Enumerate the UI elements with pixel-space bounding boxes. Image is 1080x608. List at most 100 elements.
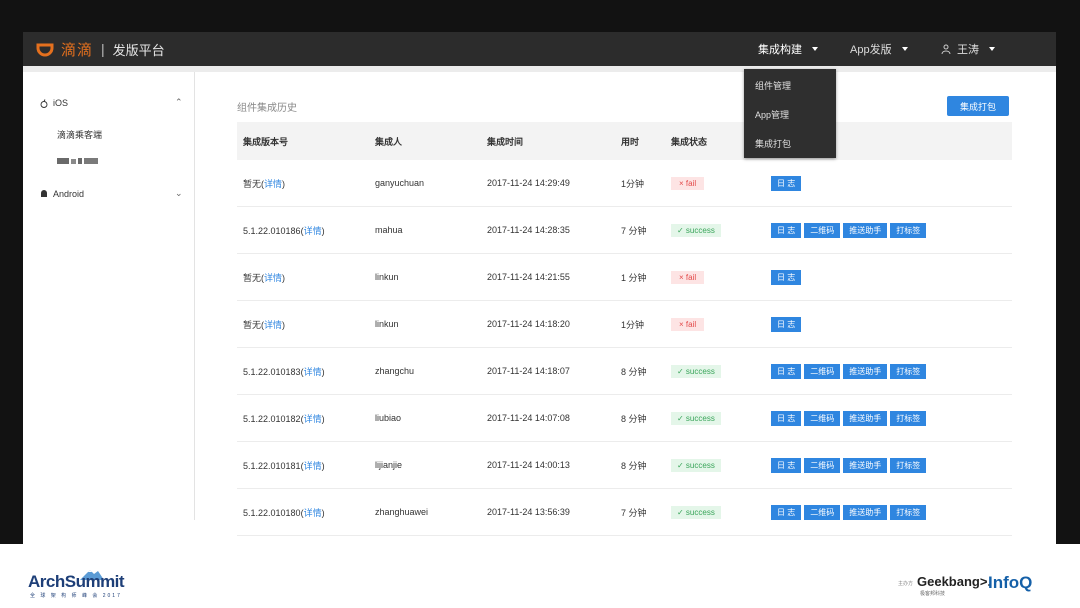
table-row: 5.1.22.010183(详情) zhangchu 2017-11-24 14:1…: [237, 347, 1012, 395]
logo-divider: |: [101, 41, 105, 57]
sidebar-subitem-passenger[interactable]: 滴滴乘客端: [57, 128, 102, 141]
qrcode-button[interactable]: 二维码: [804, 410, 841, 426]
detail-link[interactable]: 详情: [304, 414, 322, 424]
push-assistant-button[interactable]: 推送助手: [843, 222, 888, 238]
cell-actions: 日 志二维码 推送助手 打标签: [771, 394, 1012, 442]
cell-duration: 8 分钟: [621, 347, 671, 395]
status-badge: ✓ success: [671, 458, 721, 472]
user-icon: [941, 44, 951, 54]
push-assistant-button[interactable]: 推送助手: [843, 504, 888, 520]
cell-duration: 1分钟: [621, 160, 671, 207]
menu-item-app-mgmt[interactable]: App管理: [755, 108, 789, 121]
sidebar-item-ios-label: iOS: [53, 98, 69, 108]
nav-integration-build[interactable]: 集成构建: [758, 41, 818, 57]
table-body: 暂无(详情) ganyuchuan 2017-11-24 14:29:49 1分钟 × …: [237, 160, 1012, 536]
cell-user: zhanghuawei: [375, 488, 487, 536]
detail-link[interactable]: 详情: [264, 320, 282, 330]
qrcode-button[interactable]: 二维码: [804, 222, 841, 238]
chevron-down-icon[interactable]: ⌄: [175, 188, 183, 199]
cell-actions: 日 志二维码 推送助手 打标签: [771, 347, 1012, 395]
cell-user: ganyuchuan: [375, 160, 487, 207]
detail-link[interactable]: 详情: [304, 508, 322, 518]
table-row: 5.1.22.010180(详情) zhanghuawei 2017-11-24 1…: [237, 488, 1012, 536]
tag-button[interactable]: 打标签: [890, 504, 927, 520]
log-button[interactable]: 日 志: [771, 504, 802, 520]
log-button[interactable]: 日 志: [771, 222, 802, 238]
menu-item-component-mgmt[interactable]: 组件管理: [755, 79, 791, 92]
cell-actions: 日 志: [771, 300, 1012, 348]
tag-button[interactable]: 打标签: [890, 457, 927, 473]
cell-status: ✓ success: [671, 206, 771, 254]
cell-user: liubiao: [375, 394, 487, 442]
log-button[interactable]: 日 志: [771, 269, 802, 285]
push-assistant-button[interactable]: 推送助手: [843, 410, 888, 426]
cell-version: 5.1.22.010182(详情): [237, 394, 375, 442]
cell-status: ✓ success: [671, 347, 771, 395]
apple-icon: [40, 98, 48, 108]
integration-pack-button[interactable]: 集成打包: [947, 96, 1009, 116]
cell-duration: 1 分钟: [621, 253, 671, 301]
table-header-row: 集成版本号 集成人 集成时间 用时 集成状态: [237, 122, 1012, 160]
cell-status: × fail: [671, 253, 771, 301]
log-button[interactable]: 日 志: [771, 316, 802, 332]
version-text: 暂无: [243, 178, 262, 189]
detail-link[interactable]: 详情: [304, 461, 322, 471]
col-header-time: 集成时间: [487, 122, 621, 160]
cell-version: 暂无(详情): [237, 300, 375, 348]
table-row: 5.1.22.010181(详情) lijianjie 2017-11-24 14:…: [237, 441, 1012, 489]
cell-status: ✓ success: [671, 394, 771, 442]
sidebar-subitem-redacted[interactable]: [57, 157, 99, 165]
user-name: 王涛: [957, 44, 979, 56]
qrcode-button[interactable]: 二维码: [804, 363, 841, 379]
cell-user: linkun: [375, 300, 487, 348]
integration-dropdown-menu: 组件管理 App管理 集成打包: [744, 69, 836, 158]
cell-duration: 1分钟: [621, 300, 671, 348]
tag-button[interactable]: 打标签: [890, 222, 927, 238]
detail-link[interactable]: 详情: [304, 367, 322, 377]
sidebar-item-ios[interactable]: iOS: [40, 98, 68, 108]
version-text: 5.1.22.010182: [243, 413, 301, 424]
cell-user: linkun: [375, 253, 487, 301]
geekbang-subtitle: 极客邦科技: [920, 591, 946, 597]
cell-version: 暂无(详情): [237, 253, 375, 301]
detail-link[interactable]: 详情: [264, 273, 282, 283]
chevron-up-icon[interactable]: ⌃: [175, 97, 183, 108]
col-header-duration: 用时: [621, 122, 671, 160]
cell-time: 2017-11-24 13:56:39: [487, 488, 621, 536]
table-row: 5.1.22.010186(详情) mahua 2017-11-24 14:28:3…: [237, 206, 1012, 254]
sidebar-item-android[interactable]: Android: [40, 189, 84, 199]
table-row: 暂无(详情) linkun 2017-11-24 14:18:20 1分钟 × fail…: [237, 300, 1012, 348]
brand-logo[interactable]: 滴滴 | 发版平台: [35, 39, 165, 59]
push-assistant-button[interactable]: 推送助手: [843, 363, 888, 379]
log-button[interactable]: 日 志: [771, 175, 802, 191]
sidebar: iOS ⌃ 滴滴乘客端 Android ⌄: [23, 72, 195, 520]
nav-user-menu[interactable]: 王涛: [941, 41, 995, 57]
tag-button[interactable]: 打标签: [890, 363, 927, 379]
status-badge: × fail: [671, 317, 705, 331]
qrcode-button[interactable]: 二维码: [804, 457, 841, 473]
nav-app-release[interactable]: App发版: [850, 41, 908, 57]
detail-link[interactable]: 详情: [264, 179, 282, 189]
sidebar-subitem-passenger-label: 滴滴乘客端: [57, 130, 103, 140]
log-button[interactable]: 日 志: [771, 457, 802, 473]
version-text: 5.1.22.010180: [243, 507, 301, 518]
qrcode-button[interactable]: 二维码: [804, 504, 841, 520]
redacted-label-block: [57, 158, 98, 164]
archsummit-subtitle: 全 球 架 构 师 峰 会 2017: [30, 593, 122, 599]
cell-time: 2017-11-24 14:28:35: [487, 206, 621, 254]
log-button[interactable]: 日 志: [771, 363, 802, 379]
status-badge: × fail: [671, 176, 705, 190]
status-badge: ✓ success: [671, 505, 721, 519]
menu-item-integration-pack[interactable]: 集成打包: [755, 137, 791, 150]
cell-actions: 日 志: [771, 160, 1012, 207]
infoq-logo: InfoQ: [988, 573, 1033, 592]
push-assistant-button[interactable]: 推送助手: [843, 457, 888, 473]
tag-button[interactable]: 打标签: [890, 410, 927, 426]
cell-user: lijianjie: [375, 441, 487, 489]
log-button[interactable]: 日 志: [771, 410, 802, 426]
cell-status: × fail: [671, 300, 771, 348]
table-row: 暂无(详情) linkun 2017-11-24 14:21:55 1 分钟 × fai…: [237, 253, 1012, 301]
cell-time: 2017-11-24 14:07:08: [487, 394, 621, 442]
detail-link[interactable]: 详情: [304, 226, 322, 236]
page-title: 组件集成历史: [237, 103, 297, 114]
